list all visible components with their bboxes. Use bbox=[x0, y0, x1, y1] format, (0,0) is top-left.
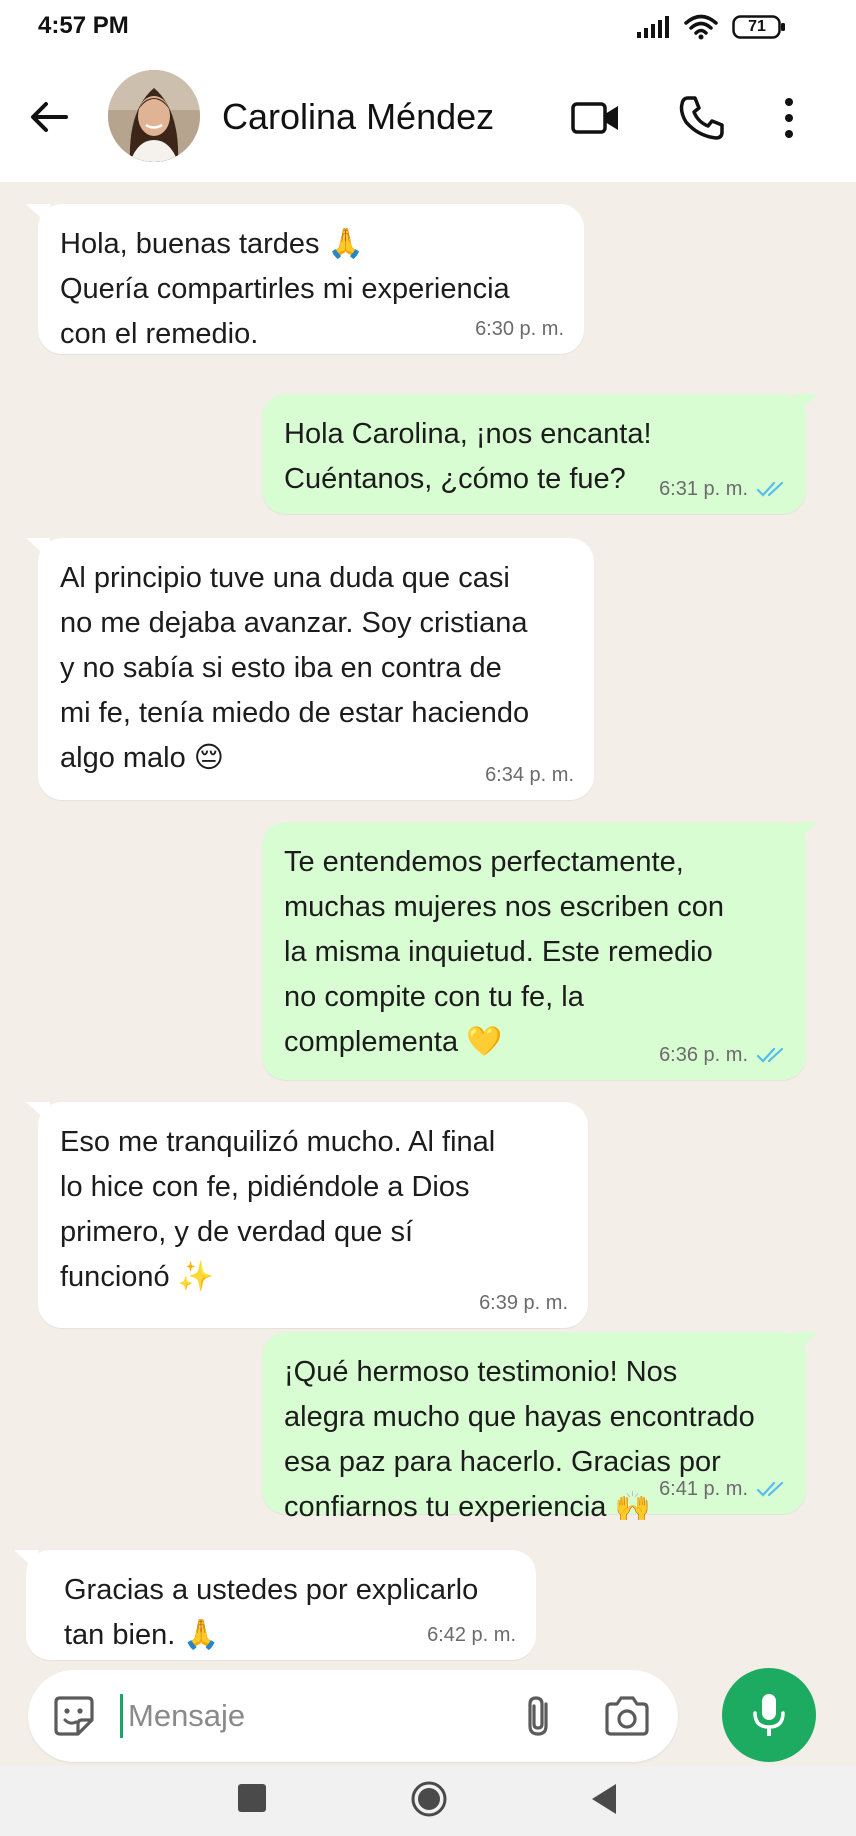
message-time: 6:42 p. m. bbox=[427, 1624, 516, 1646]
message-text: Eso me tranquilizó mucho. Al final lo hi… bbox=[60, 1126, 496, 1293]
message-meta: 6:36 p. m. bbox=[659, 1044, 786, 1066]
chat-area[interactable]: Hola, buenas tardes 🙏 Quería compartirle… bbox=[0, 182, 856, 1662]
message-outgoing[interactable]: Te entendemos perfectamente, muchas muje… bbox=[262, 822, 818, 1080]
more-options-icon[interactable] bbox=[774, 92, 804, 144]
voice-message-button[interactable] bbox=[722, 1668, 816, 1762]
message-meta: 6:41 p. m. bbox=[659, 1478, 786, 1500]
bubble-tail bbox=[26, 1102, 50, 1124]
signal-icon bbox=[637, 16, 669, 38]
emoji-sticker-icon[interactable] bbox=[50, 1692, 98, 1740]
avatar[interactable] bbox=[108, 70, 200, 162]
wifi-icon bbox=[684, 14, 718, 40]
message-time: 6:30 p. m. bbox=[475, 318, 564, 340]
text-cursor bbox=[120, 1694, 123, 1738]
message-text: ¡Qué hermoso testimonio! Nos alegra much… bbox=[284, 1356, 755, 1523]
status-icons: 71 bbox=[636, 12, 786, 42]
bubble-tail bbox=[26, 204, 50, 226]
message-meta: 6:39 p. m. bbox=[479, 1292, 568, 1314]
message-input[interactable] bbox=[128, 1686, 428, 1746]
message-time: 6:34 p. m. bbox=[485, 764, 574, 786]
camera-icon[interactable] bbox=[602, 1692, 652, 1740]
home-icon[interactable] bbox=[410, 1780, 448, 1818]
double-check-icon bbox=[756, 1047, 784, 1063]
bubble-tail bbox=[794, 394, 818, 416]
message-time: 6:36 p. m. bbox=[659, 1044, 748, 1066]
message-incoming[interactable]: Hola, buenas tardes 🙏 Quería compartirle… bbox=[26, 204, 584, 354]
phone-icon[interactable] bbox=[676, 92, 728, 144]
message-incoming[interactable]: Gracias a ustedes por explicarlo tan bie… bbox=[14, 1550, 536, 1660]
status-bar: 4:57 PM 71 bbox=[0, 0, 856, 52]
chat-header: Carolina Méndez bbox=[0, 52, 856, 182]
message-meta: 6:34 p. m. bbox=[485, 764, 574, 786]
bubble-tail bbox=[26, 538, 50, 560]
message-composer bbox=[28, 1670, 678, 1762]
contact-name[interactable]: Carolina Méndez bbox=[222, 96, 494, 138]
double-check-icon bbox=[756, 1481, 784, 1497]
message-text: Al principio tuve una duda que casi no m… bbox=[60, 562, 530, 774]
status-time: 4:57 PM bbox=[38, 12, 129, 39]
battery-icon: 71 bbox=[732, 15, 786, 39]
recent-apps-icon[interactable] bbox=[238, 1784, 266, 1812]
message-time: 6:39 p. m. bbox=[479, 1292, 568, 1314]
message-time: 6:41 p. m. bbox=[659, 1478, 748, 1500]
message-incoming[interactable]: Al principio tuve una duda que casi no m… bbox=[26, 538, 594, 800]
message-meta: 6:30 p. m. bbox=[475, 318, 564, 340]
message-text: Te entendemos perfectamente, muchas muje… bbox=[284, 846, 725, 1058]
message-incoming[interactable]: Eso me tranquilizó mucho. Al final lo hi… bbox=[26, 1102, 588, 1328]
system-nav-bar bbox=[0, 1766, 856, 1836]
back-icon[interactable] bbox=[588, 1782, 620, 1816]
message-time: 6:31 p. m. bbox=[659, 478, 748, 500]
attach-paperclip-icon[interactable] bbox=[516, 1692, 564, 1740]
message-meta: 6:31 p. m. bbox=[659, 478, 786, 500]
bubble-tail bbox=[14, 1550, 38, 1572]
message-outgoing[interactable]: ¡Qué hermoso testimonio! Nos alegra much… bbox=[262, 1332, 818, 1523]
back-arrow-icon[interactable] bbox=[26, 94, 72, 140]
video-call-icon[interactable] bbox=[570, 92, 622, 144]
bubble-tail bbox=[794, 822, 818, 844]
message-outgoing[interactable]: Hola Carolina, ¡nos encanta! Cuéntanos, … bbox=[262, 394, 818, 514]
microphone-icon bbox=[753, 1694, 785, 1736]
bubble-tail bbox=[794, 1332, 818, 1354]
message-meta: 6:42 p. m. bbox=[427, 1624, 516, 1646]
battery-level: 71 bbox=[748, 18, 766, 35]
double-check-icon bbox=[756, 481, 784, 497]
